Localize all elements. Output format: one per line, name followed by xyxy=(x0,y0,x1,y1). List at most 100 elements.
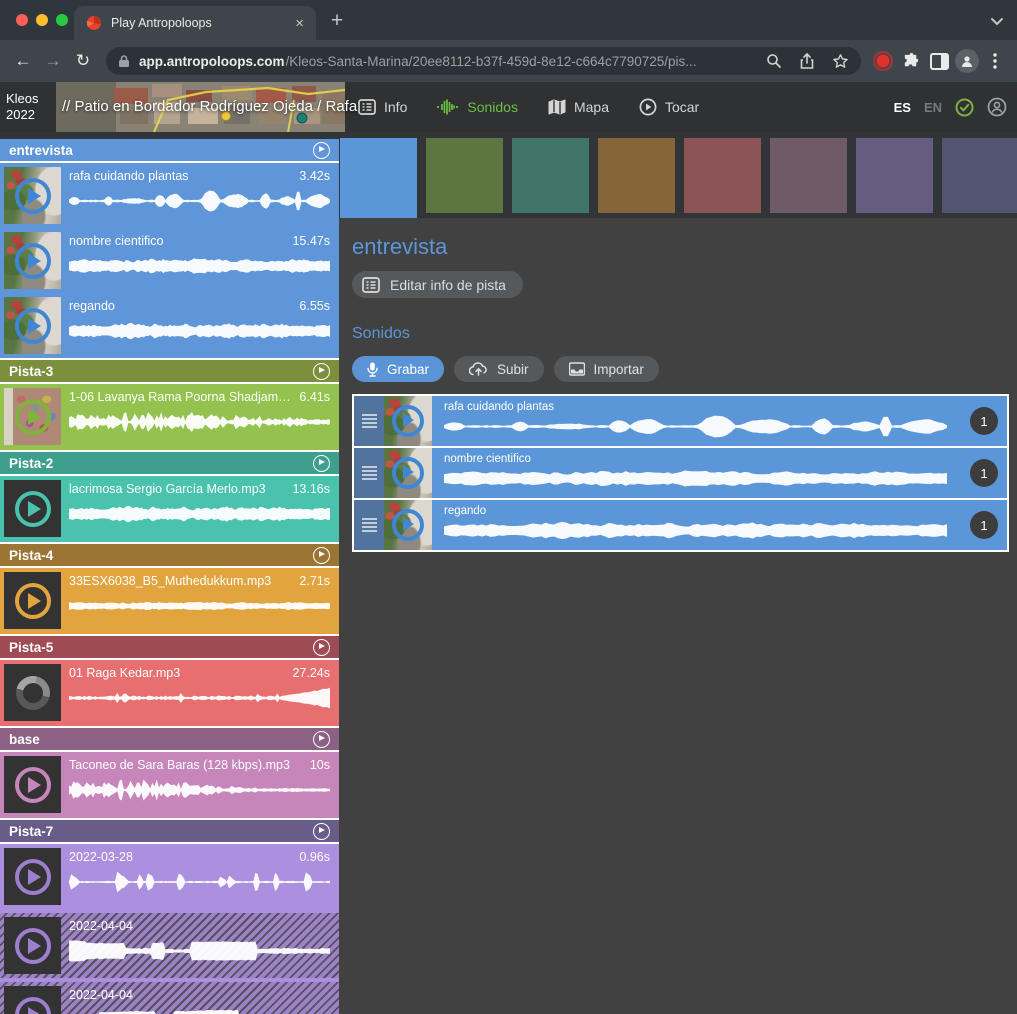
import-button[interactable]: Importar xyxy=(554,356,659,382)
track-tab-5[interactable] xyxy=(684,138,761,213)
sound-thumbnail[interactable] xyxy=(384,448,432,498)
track-play-icon[interactable] xyxy=(313,142,330,159)
tab-close-icon[interactable]: × xyxy=(295,16,304,31)
track-pista-4: Pista-4 33ESX6038_B5_Muthedukkum.mp32.71… xyxy=(0,542,339,634)
sound-title: 2022-03-28 xyxy=(69,850,133,864)
track-tab-7[interactable] xyxy=(856,138,933,213)
sound-thumbnail[interactable] xyxy=(4,756,61,813)
track-play-icon[interactable] xyxy=(313,547,330,564)
upload-button[interactable]: Subir xyxy=(454,356,544,382)
track-header[interactable]: Pista-4 xyxy=(0,544,339,568)
track-play-icon[interactable] xyxy=(313,363,330,380)
track-header[interactable]: Pista-7 xyxy=(0,820,339,844)
sound-item[interactable]: lacrimosa Sergio García Merlo.mp313.16s xyxy=(0,476,339,542)
track-header[interactable]: Pista-3 xyxy=(0,360,339,384)
track-header[interactable]: Pista-5 xyxy=(0,636,339,660)
track-header[interactable]: Pista-2 xyxy=(0,452,339,476)
track-tab-3[interactable] xyxy=(512,138,589,213)
browser-menu-icon[interactable] xyxy=(981,47,1009,75)
account-icon[interactable] xyxy=(987,97,1007,117)
sound-thumbnail[interactable] xyxy=(4,986,61,1014)
app-logo[interactable]: Kleos 2022 xyxy=(6,91,39,124)
tab-title: Play Antropoloops xyxy=(111,16,286,30)
play-icon xyxy=(15,997,51,1014)
track-play-icon[interactable] xyxy=(313,731,330,748)
waveform xyxy=(444,519,947,542)
track-header[interactable]: base xyxy=(0,728,339,752)
record-extension-icon[interactable] xyxy=(869,47,897,75)
sound-item[interactable]: 33ESX6038_B5_Muthedukkum.mp32.71s xyxy=(0,568,339,634)
chevron-down-icon[interactable] xyxy=(989,13,1005,29)
bookmark-star-icon[interactable] xyxy=(832,53,849,70)
minimize-window-button[interactable] xyxy=(36,14,48,26)
zoom-page-icon[interactable] xyxy=(766,53,782,69)
sound-item[interactable]: 1-06 Lavanya Rama Poorna Shadjam Rupak..… xyxy=(0,384,339,450)
sound-duration: 6.55s xyxy=(299,299,330,313)
track-pista-3: Pista-3 1-06 Lavanya Rama Poorna Shadjam… xyxy=(0,358,339,450)
sound-actions: Grabar Subir Importa xyxy=(352,356,1017,382)
sound-item[interactable]: regando6.55s xyxy=(0,293,339,358)
panel-sound-row[interactable]: rafa cuidando plantas 1 xyxy=(354,396,1007,446)
sound-item[interactable]: rafa cuidando plantas3.42s xyxy=(0,163,339,228)
sound-item[interactable]: nombre cientifico15.47s xyxy=(0,228,339,293)
sound-item-processing[interactable]: 2022-04-04 xyxy=(0,978,339,1014)
maximize-window-button[interactable] xyxy=(56,14,68,26)
side-panel-icon[interactable] xyxy=(925,47,953,75)
edit-track-info-button[interactable]: Editar info de pista xyxy=(352,271,523,298)
forward-button[interactable]: → xyxy=(38,46,68,76)
lang-en[interactable]: EN xyxy=(924,100,942,115)
drag-handle[interactable] xyxy=(354,448,384,498)
close-window-button[interactable] xyxy=(16,14,28,26)
drag-handle[interactable] xyxy=(354,396,384,446)
lang-es[interactable]: ES xyxy=(894,100,911,115)
sound-item[interactable]: Taconeo de Sara Baras (128 kbps).mp310s xyxy=(0,752,339,818)
nav-sonidos-label: Sonidos xyxy=(467,99,518,115)
browser-tab[interactable]: Play Antropoloops × xyxy=(74,6,316,40)
sound-thumbnail[interactable] xyxy=(4,848,61,905)
sound-thumbnail[interactable] xyxy=(4,480,61,537)
panel-sound-row[interactable]: regando 1 xyxy=(354,500,1007,550)
track-name: Pista-7 xyxy=(9,824,53,839)
drag-handle[interactable] xyxy=(354,500,384,550)
sound-item[interactable]: 01 Raga Kedar.mp327.24s xyxy=(0,660,339,726)
sound-thumbnail[interactable] xyxy=(4,297,61,354)
sound-item-processing[interactable]: 2022-04-04 xyxy=(0,909,339,978)
track-header[interactable]: entrevista xyxy=(0,139,339,163)
new-tab-button[interactable]: + xyxy=(322,6,352,36)
sound-item[interactable]: 2022-03-280.96s xyxy=(0,844,339,909)
track-play-icon[interactable] xyxy=(313,639,330,656)
sound-thumbnail[interactable] xyxy=(384,500,432,550)
sound-thumbnail[interactable] xyxy=(384,396,432,446)
sound-thumbnail[interactable] xyxy=(4,917,61,974)
nav-info[interactable]: Info xyxy=(358,99,407,115)
track-tab-entrevista[interactable] xyxy=(340,138,417,218)
sound-title: regando xyxy=(444,505,995,517)
track-tab-4[interactable] xyxy=(598,138,675,213)
track-tab-8[interactable] xyxy=(942,138,1017,213)
waveform xyxy=(69,779,330,801)
sound-thumbnail[interactable] xyxy=(4,167,61,224)
sound-thumbnail[interactable] xyxy=(4,664,61,721)
cloud-upload-icon xyxy=(469,362,488,376)
track-tab-2[interactable] xyxy=(426,138,503,213)
back-button[interactable]: ← xyxy=(8,46,38,76)
sound-thumbnail[interactable] xyxy=(4,572,61,629)
extensions-puzzle-icon[interactable] xyxy=(897,47,925,75)
reload-button[interactable]: ↻ xyxy=(68,46,98,76)
address-bar[interactable]: app.antropoloops.com /Kleos-Santa-Marina… xyxy=(106,47,861,75)
record-button[interactable]: Grabar xyxy=(352,356,444,382)
sound-thumbnail[interactable] xyxy=(4,232,61,289)
nav-mapa[interactable]: Mapa xyxy=(548,99,609,115)
nav-tocar[interactable]: Tocar xyxy=(639,98,699,116)
sync-check-icon[interactable] xyxy=(955,98,974,117)
track-play-icon[interactable] xyxy=(313,455,330,472)
sound-thumbnail[interactable] xyxy=(4,388,61,445)
drag-handle-icon xyxy=(362,516,377,534)
nav-sonidos[interactable]: Sonidos xyxy=(437,99,518,115)
panel-sound-row[interactable]: nombre cientifico 1 xyxy=(354,448,1007,498)
share-icon[interactable] xyxy=(799,53,815,70)
tab-strip: Play Antropoloops × + xyxy=(0,0,1017,40)
track-play-icon[interactable] xyxy=(313,823,330,840)
profile-avatar[interactable] xyxy=(953,47,981,75)
track-tab-6[interactable] xyxy=(770,138,847,213)
